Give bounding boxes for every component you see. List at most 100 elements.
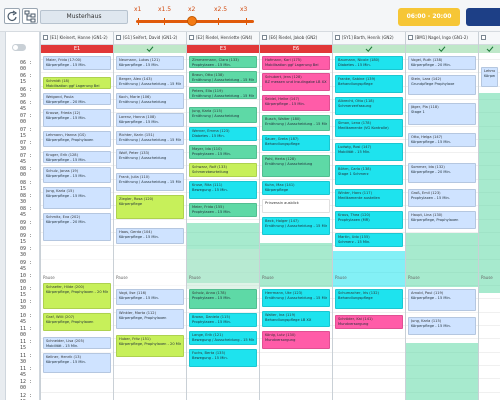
task-card[interactable]: Fuchs, Berta (135) Bewegung - 15 Min.: [189, 349, 257, 367]
task-card[interactable]: Prinzessin ausblick: [262, 199, 330, 213]
column-header[interactable]: [G1] Seifert, David (GN1-2): [114, 32, 186, 45]
shift-tab[interactable]: E3: [187, 45, 259, 53]
zoom-slider[interactable]: x1 x1.5 x2 x2.5 x3: [134, 6, 256, 26]
task-card[interactable]: Ziegler, Rosa (120) Körperpflege: [116, 195, 184, 219]
task-card[interactable]: Baumann, Nicole (180) Diabetes - 15 Min.: [335, 56, 403, 70]
task-card[interactable]: Schubert, Jens (128) BZ messen und Insuli…: [262, 73, 330, 91]
column-header[interactable]: [E2] Riedel, Henriette (GN4): [187, 32, 259, 45]
task-card[interactable]: Sommer, Ida (132) Körperpflege - 20 Min.: [408, 163, 476, 183]
column-checkbox[interactable]: [481, 35, 486, 40]
task-card[interactable]: Winter, Hans (117) Medikamente austeilen: [335, 189, 403, 207]
task-card[interactable]: Otto, Helga (147) Körperpflege - 15 Min.: [408, 133, 476, 147]
task-card[interactable]: Schwarz, Rolf (133) Schmerzbeurteilung: [189, 163, 257, 177]
task-card[interactable]: Schneider, Lisa (205) Mobilität - 15 Min.: [43, 337, 111, 349]
house-select[interactable]: Musterhaus: [40, 10, 128, 24]
task-card[interactable]: Albrecht, Otto (118) Schmerzerfassung: [335, 97, 403, 115]
task-card[interactable]: Simon, Lena (178) Medikamente (VG Kontrol…: [335, 119, 403, 137]
task-card[interactable]: Huber, Fritz (151) Körperpflege, Prophyla…: [116, 335, 184, 357]
task-card[interactable]: Kellner, Henrik (13) Körperpflege - 15 Mi…: [43, 353, 111, 373]
task-card[interactable]: Arnold, Paul (119) Körperpflege - 15 Min.: [408, 289, 476, 311]
column-checkbox[interactable]: [262, 35, 267, 40]
column-checkbox[interactable]: [116, 35, 121, 40]
task-card[interactable]: Kruger, Erik (128) Körperpflege - 15 Min.: [43, 151, 111, 163]
task-card[interactable]: Richter, Karin (151) Ernährung / Ausschei…: [116, 131, 184, 145]
task-card[interactable]: Pohl, Herta (128) Ernährung / Ausscheidun…: [262, 155, 330, 177]
task-card[interactable]: Schröder, Kai (141) Mundversorgung: [335, 315, 403, 329]
column-header[interactable]: [SY1] Barth, Henrik (GN2): [333, 32, 405, 45]
task-card[interactable]: Busch, Walter (180) Ernährung / Ausscheid…: [262, 115, 330, 131]
column-header[interactable]: [E1] Kleinert, Hanne (GN1-2): [41, 32, 113, 45]
task-card[interactable]: Jung, Karla (115) Ernährung / Ausscheidun…: [189, 107, 257, 123]
task-card[interactable]: Haupt, Lina (130) Körperpflege, Prophylax…: [408, 211, 476, 229]
task-card[interactable]: Lorenz, Hanna (108) Körperpflege - 15 Min…: [116, 113, 184, 127]
task-card[interactable]: Weigand, Paula Körperpflege - 20 Min.: [43, 93, 111, 105]
action-button[interactable]: [466, 8, 500, 26]
column-header[interactable]: [BM1] Nagel, Ingo (GN1-2): [406, 32, 478, 45]
task-card[interactable]: Maier, Frida (17:00) Körperpflege - 15 Mi…: [43, 56, 111, 70]
reset-icon-button[interactable]: [4, 8, 20, 24]
task-card[interactable]: Lehmann, Hanna (GS) Körperpflege, Prophyl…: [43, 131, 111, 147]
task-card[interactable]: Wolf, Peter (133) Ernährung / Ausscheidun…: [116, 149, 184, 169]
time-range-button[interactable]: 06:00 - 20:00: [398, 8, 460, 26]
task-card[interactable]: Franke, Sabine (139) Behandlungspflege: [335, 75, 403, 93]
zoom-knob[interactable]: [187, 16, 197, 26]
task-card[interactable]: Haas, Gerda (104) Körperpflege - 15 Min.: [116, 228, 184, 244]
task-card[interactable]: Jäger, Pia (118) Stage 1: [408, 103, 476, 125]
task-card[interactable]: Peters, Ella (119) Ernährung / Ausscheidu…: [189, 87, 257, 99]
task-card[interactable]: Scholz, Anna (178) Prophylaxen - 15 Min.: [189, 289, 257, 309]
task-card[interactable]: Lange, Erik (121) Bewegung / Ausscheidung…: [189, 331, 257, 345]
task-card[interactable]: Neumann, Lukas (121) Körperpflege - 15 Mi…: [116, 56, 184, 70]
task-card[interactable]: Stein, Lara (142) Grundpflege Prophylaxe: [408, 75, 476, 95]
task-card[interactable]: Schumacher, Iris (132) Behandlungspflege: [335, 289, 403, 309]
task-card[interactable]: Schulz, Jonas (19) Körperpflege - 15 Min.: [43, 167, 111, 183]
task-card[interactable]: Kruse, Rita (111) Bewegung - 15 Min.: [189, 181, 257, 199]
task-card[interactable]: Mayer, Ida (110) Prophylaxen - 15 Min.: [189, 145, 257, 159]
task-card[interactable]: Groß, Emil (123) Prophylaxen - 15 Min.: [408, 189, 476, 207]
task-card[interactable]: König, Lutz (130) Mundversorgung: [262, 331, 330, 349]
task-card[interactable]: Graf, Willi (207) Körperpflege, Prophylax…: [43, 313, 111, 331]
column-header[interactable]: [479, 32, 500, 45]
task-card[interactable]: Hofmann, Karl (175) Mobilisation ggf Lage…: [262, 56, 330, 70]
task-card[interactable]: Zimmermann, Clara (133) Prophylaxen - 15 …: [189, 56, 257, 68]
task-card[interactable]: Vogel, Ruth (138) Körperpflege - 20 Min.: [408, 56, 476, 70]
task-card[interactable]: Beck, Holger (147) Ernährung / Ausscheidu…: [262, 217, 330, 235]
task-card[interactable]: Meier, Frida (155) Prophylaxen - 15 Min.: [189, 203, 257, 217]
task-card[interactable]: Berger, Alex (143) Ernährung / Ausscheidu…: [116, 75, 184, 89]
task-card[interactable]: Jung, Karla (15) Körperpflege - 15 Min.: [43, 187, 111, 209]
task-card[interactable]: Koch, Marie (106) Ernährung / Ausscheidun…: [116, 93, 184, 109]
task-card[interactable]: Seidel, Heike (147) Körperpflege - 15 Min…: [262, 95, 330, 111]
column-header[interactable]: [E6] Riedel, Jakob (GN2): [260, 32, 332, 45]
check-icon[interactable]: [406, 45, 478, 53]
column-checkbox[interactable]: [335, 35, 340, 40]
task-card[interactable]: Martin, Udo (155) Schmerz - 15 Min.: [335, 233, 403, 247]
task-card[interactable]: Jung, Karla (115) Körperpflege - 15 Min.: [408, 317, 476, 335]
task-card[interactable]: Ludwig, Rosi (147) Mobilität - 15 Min.: [335, 143, 403, 161]
task-card[interactable]: Schmitz, Eva (202) Körperpflege - 20 Min.: [43, 213, 111, 241]
check-icon[interactable]: [114, 45, 186, 53]
task-card[interactable]: Kraus, Thea (120) Prophylaxen (MR): [335, 211, 403, 229]
column-checkbox[interactable]: [43, 35, 48, 40]
column-checkbox[interactable]: [408, 35, 413, 40]
shift-tab[interactable]: E6: [260, 45, 332, 53]
task-card[interactable]: Werner, Emma (123) Diabetes - 15 Min.: [189, 127, 257, 141]
task-card[interactable]: Schmidt (18) Mobilisation ggf Lagerung Be…: [43, 77, 111, 89]
shift-tab[interactable]: E1: [41, 45, 113, 53]
task-card[interactable]: Lehmann (Gäste)Körperpflege: [481, 67, 498, 87]
task-card[interactable]: Krause, Frieda (12) Körperpflege - 15 Min…: [43, 109, 111, 127]
task-card[interactable]: Brown, Daniela (115) Prophylaxen - 15 Min…: [189, 313, 257, 327]
task-card[interactable]: Vogt, Ilse (116) Körperpflege - 15 Min.: [116, 289, 184, 305]
check-icon[interactable]: [479, 45, 500, 53]
column-checkbox[interactable]: [189, 35, 194, 40]
task-card[interactable]: Schaefer, Hilde (200) Körperpflege, Proph…: [43, 283, 111, 309]
task-card[interactable]: Herrmann, Ute (123) Ernährung / Ausscheid…: [262, 289, 330, 307]
toggle-switch[interactable]: [12, 44, 26, 51]
task-card[interactable]: Kuhn, Max (141) Körperpflege: [262, 181, 330, 195]
task-card[interactable]: Sauer, Greta (187) Behandlungspflege: [262, 135, 330, 151]
task-card[interactable]: Frank, Julia (110) Ernährung / Ausscheidu…: [116, 173, 184, 191]
check-icon[interactable]: [333, 45, 405, 53]
task-card[interactable]: Braun, Otto (138) Ernährung / Ausscheidun…: [189, 71, 257, 83]
task-card[interactable]: Winkler, Marta (112) Körperpflege, Prophy…: [116, 309, 184, 329]
task-card[interactable]: Walter, Ina (119) Behandlungspflege LB XX: [262, 311, 330, 327]
task-card[interactable]: Böhm, Carla (138) Stage 1 Schmerz: [335, 165, 403, 185]
tree-icon-button[interactable]: [22, 8, 38, 24]
